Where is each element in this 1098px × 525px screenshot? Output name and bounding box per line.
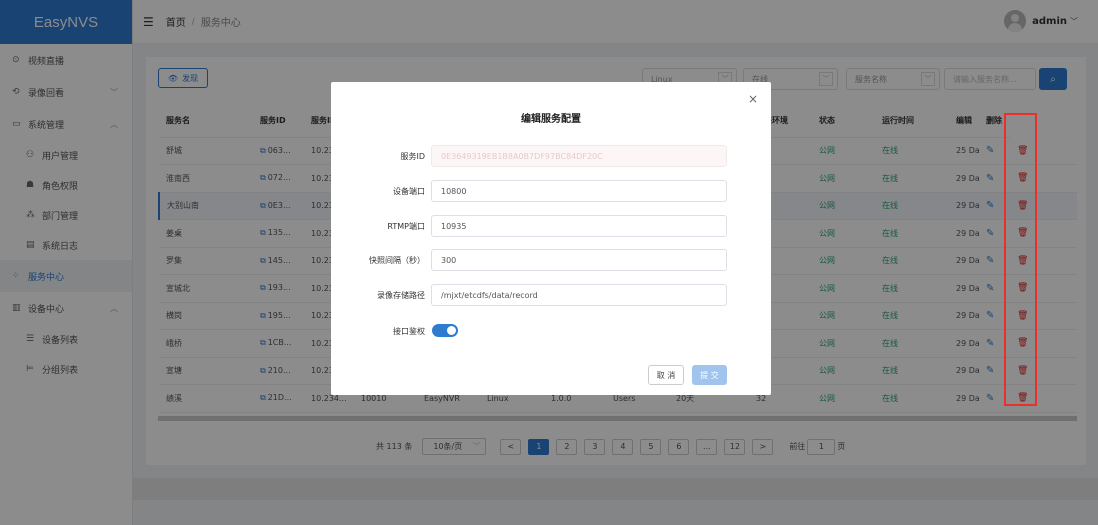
form-input[interactable]: /mjxt/etcdfs/data/record [431,284,727,306]
auth-toggle-row: 接口鉴权 [331,320,771,344]
form-input: 0E3649319EB1B8A0B7DF97BC84DF20C [431,145,727,167]
form-label: 录像存储路径 [377,291,425,300]
form-row: 录像存储路径/mjxt/etcdfs/data/record [331,284,771,308]
cancel-button[interactable]: 取 消 [648,365,684,385]
dialog-title: 编辑服务配置 [521,114,581,125]
form-label: 设备端口 [393,187,425,196]
form-row: 设备端口 10800 [331,180,771,204]
form-row: RTMP端口 10935 [331,215,771,239]
submit-button[interactable]: 提 交 [692,365,727,385]
form-label: 快照间隔（秒） [369,256,425,265]
form-label: RTMP端口 [387,222,425,231]
edit-column-highlight [1004,113,1037,406]
edit-service-dialog: 编辑服务配置 × 服务ID 0E3649319EB1B8A0B7DF97BC84D… [331,82,771,395]
auth-toggle-label: 接口鉴权 [393,327,425,336]
form-input[interactable]: 10935 [431,215,727,237]
form-input[interactable]: 300 [431,249,727,271]
close-icon[interactable]: × [748,92,758,106]
form-row: 服务ID 0E3649319EB1B8A0B7DF97BC84DF20C [331,145,771,169]
auth-toggle[interactable] [432,324,458,337]
form-label: 服务ID [400,152,425,161]
form-row: 快照间隔（秒） 300 [331,249,771,273]
form-input[interactable]: 10800 [431,180,727,202]
